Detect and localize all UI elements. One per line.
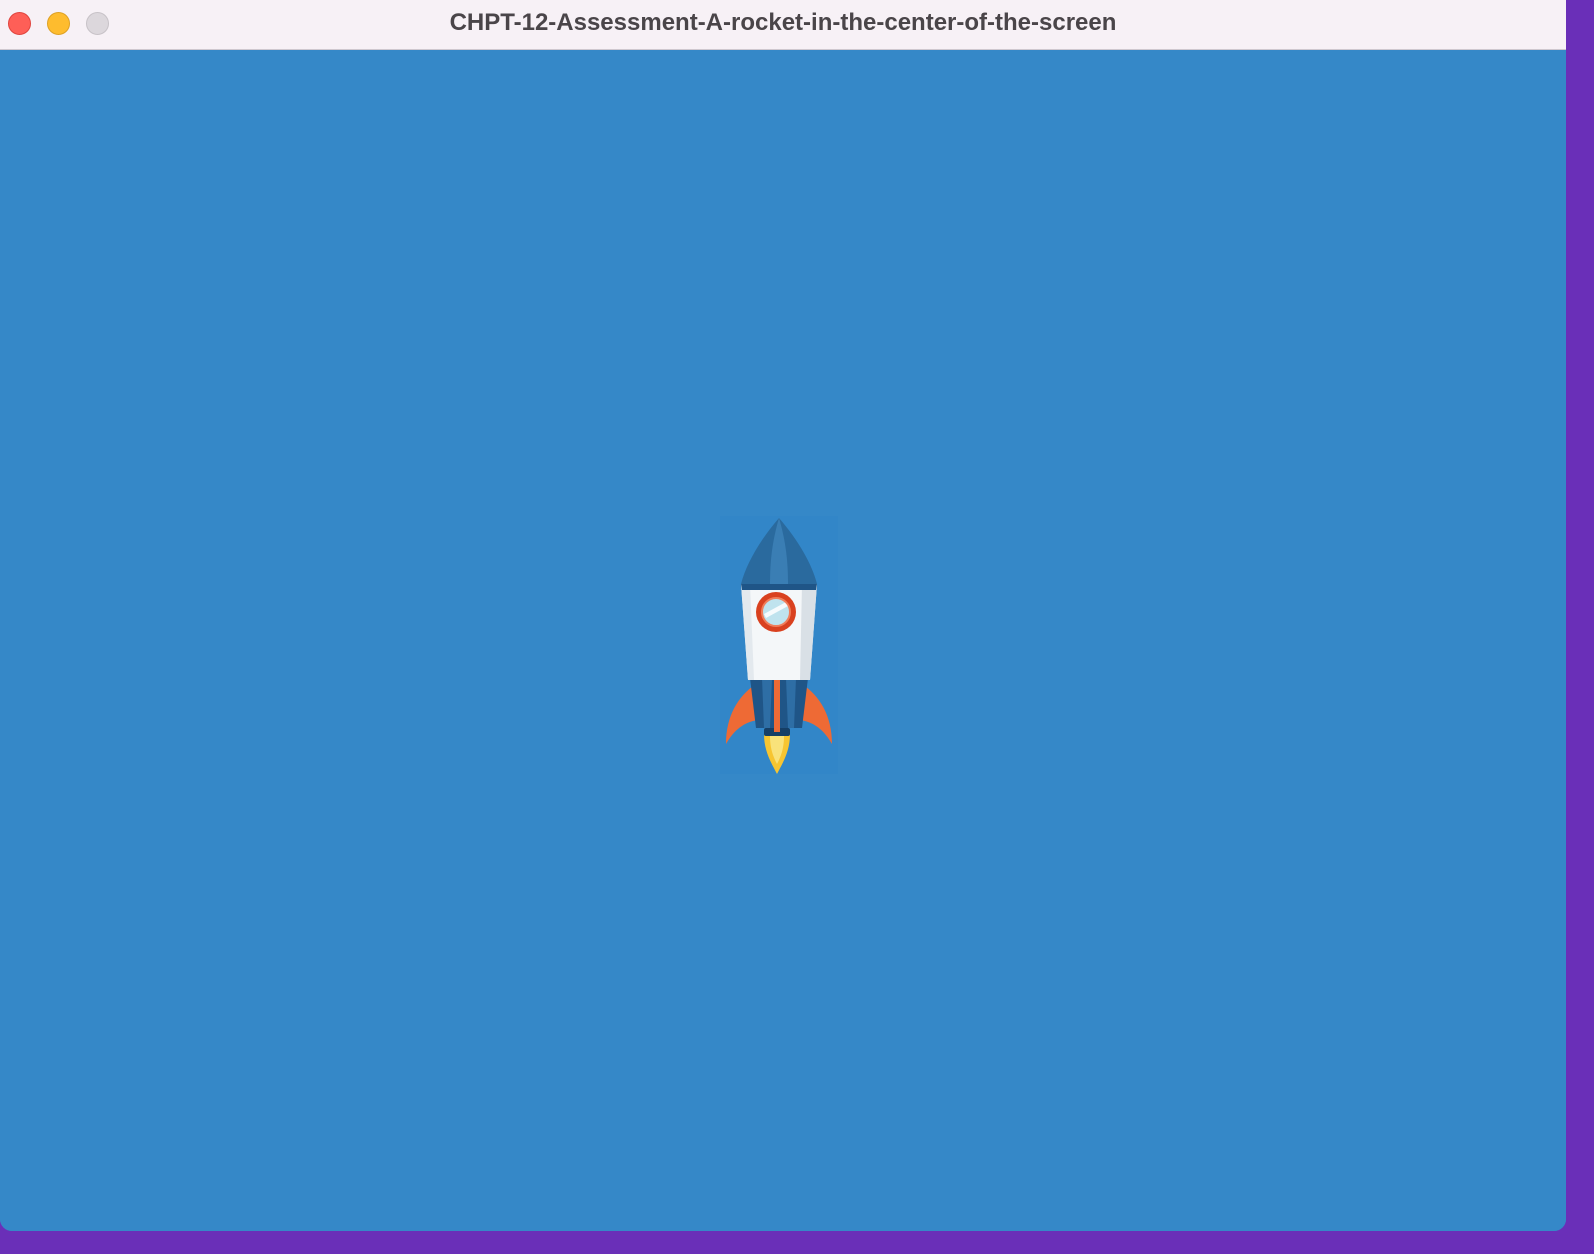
rocket-icon	[726, 518, 832, 774]
center-stripe	[774, 680, 780, 732]
rocket-sprite	[720, 516, 838, 774]
window-title: CHPT-12-Assessment-A-rocket-in-the-cente…	[449, 9, 1117, 36]
app-window: CHPT-12-Assessment-A-rocket-in-the-cente…	[0, 0, 1566, 1231]
title-bar[interactable]: CHPT-12-Assessment-A-rocket-in-the-cente…	[0, 0, 1566, 50]
game-canvas[interactable]	[0, 50, 1566, 1231]
